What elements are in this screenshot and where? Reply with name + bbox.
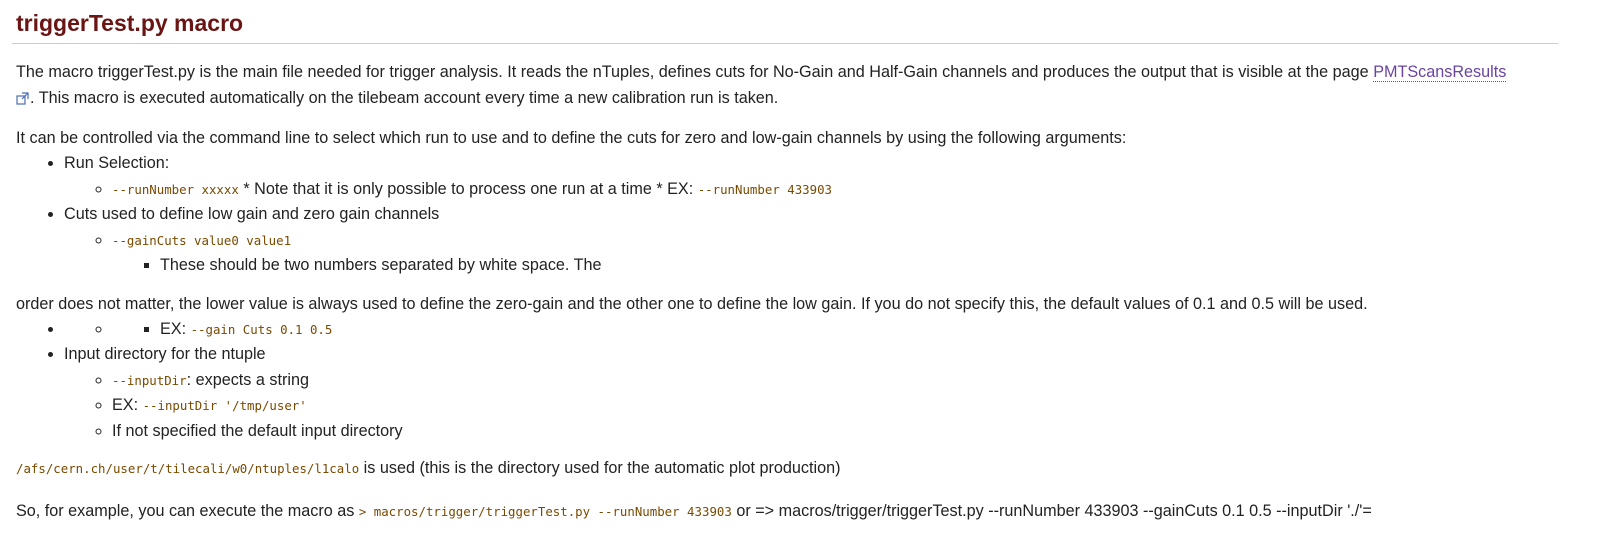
list-item: Input directory for the ntuple --inputDi…: [64, 342, 1604, 444]
list-item: If not specified the default input direc…: [112, 419, 1604, 445]
arguments-list-continued: EX: --gain Cuts 0.1 0.5 Input directory …: [16, 317, 1604, 445]
page: triggerTest.py macro The macro triggerTe…: [0, 0, 1620, 525]
list-item: EX: --gain Cuts 0.1 0.5: [160, 317, 1604, 343]
gain-cuts-code: --gainCuts value0 value1: [112, 232, 292, 248]
list-item: Run Selection: --runNumber xxxxx * Note …: [64, 151, 1604, 202]
intro-text-before: The macro triggerTest.py is the main fil…: [16, 63, 1374, 81]
intro-text-after: . This macro is executed automatically o…: [30, 89, 779, 107]
order-paragraph: order does not matter, the lower value i…: [16, 294, 1368, 313]
ex-label: EX:: [160, 319, 191, 338]
example-paragraph: So, for example, you can execute the mac…: [16, 498, 1604, 525]
list-item: EX: --inputDir '/tmp/user': [112, 393, 1604, 419]
list-item: These should be two numbers separated by…: [160, 253, 1604, 279]
run-note: * Note that it is only possible to proce…: [238, 179, 698, 198]
input-example-code: --inputDir '/tmp/user': [142, 398, 307, 413]
input-dir-code: --inputDir: [112, 372, 187, 388]
run-selection-label: Run Selection:: [64, 154, 170, 172]
run-number-code: --runNumber xxxxx: [112, 181, 239, 197]
intro-paragraph: The macro triggerTest.py is the main fil…: [16, 59, 1604, 111]
afs-path-code: /afs/cern.ch/user/t/tilecali/w0/ntuples/…: [16, 461, 360, 476]
afs-text: is used (this is the directory used for …: [359, 459, 841, 477]
list-item: EX: --gain Cuts 0.1 0.5: [64, 317, 1604, 343]
list-item: Cuts used to define low gain and zero ga…: [64, 202, 1604, 279]
input-dir-label: Input directory for the ntuple: [64, 345, 266, 363]
example-text-before: So, for example, you can execute the mac…: [16, 502, 359, 520]
pmtscansresults-link[interactable]: PMTScansResults: [1373, 63, 1507, 82]
run-example-code: --runNumber 433903: [697, 181, 832, 197]
page-title: triggerTest.py macro: [12, 0, 1558, 44]
list-item: --gainCuts value0 value1 These should be…: [112, 228, 1604, 279]
control-paragraph: It can be controlled via the command lin…: [16, 129, 1127, 147]
gain-example-code: --gain Cuts 0.1 0.5: [190, 321, 333, 337]
example-text-after: or => macros/trigger/triggerTest.py --ru…: [731, 502, 1372, 520]
input-dir-desc: : expects a string: [186, 370, 309, 389]
example-code: > macros/trigger/triggerTest.py --runNum…: [358, 504, 732, 519]
list-item: --runNumber xxxxx * Note that it is only…: [112, 177, 1604, 203]
afs-paragraph: /afs/cern.ch/user/t/tilecali/w0/ntuples/…: [16, 455, 1604, 482]
external-link-icon[interactable]: [16, 87, 29, 105]
arguments-list: Run Selection: --runNumber xxxxx * Note …: [16, 151, 1604, 279]
input-ex-label: EX:: [112, 396, 143, 414]
list-item: EX: --gain Cuts 0.1 0.5: [112, 317, 1604, 343]
list-item: --inputDir: expects a string: [112, 368, 1604, 394]
cuts-label: Cuts used to define low gain and zero ga…: [64, 205, 440, 223]
